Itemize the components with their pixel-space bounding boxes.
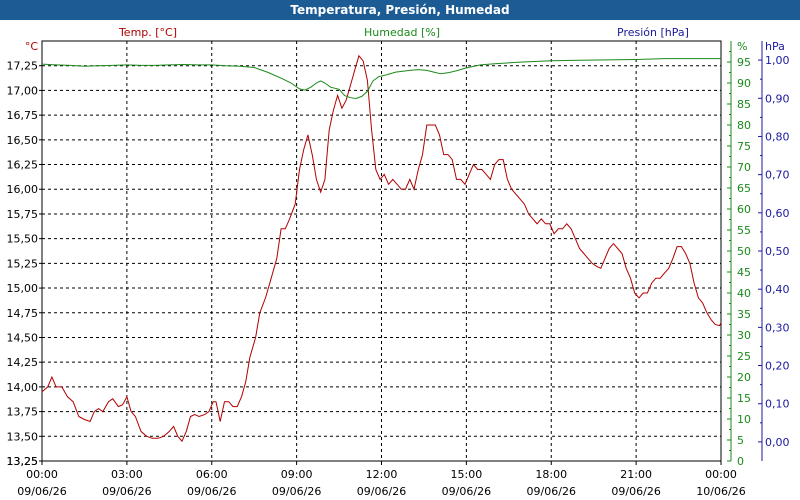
temp-tick-label: 14,50 bbox=[7, 331, 39, 344]
temp-tick-label: 14,25 bbox=[7, 356, 39, 369]
temp-tick-label: 15,50 bbox=[7, 233, 39, 246]
x-tick-date: 09/06/26 bbox=[442, 485, 491, 498]
pressure-tick-label: 1,00 bbox=[765, 54, 790, 67]
temp-tick-label: 13,25 bbox=[7, 455, 39, 468]
pressure-tick-label: 0,20 bbox=[765, 360, 790, 373]
temp-tick-label: 14,75 bbox=[7, 307, 39, 320]
x-tick-time: 03:00 bbox=[111, 468, 143, 481]
humidity-tick-label: 35 bbox=[737, 308, 751, 321]
humidity-unit-label: % bbox=[737, 40, 747, 53]
pressure-tick-label: 0,90 bbox=[765, 92, 790, 105]
x-tick-date: 09/06/26 bbox=[357, 485, 406, 498]
x-tick-date: 09/06/26 bbox=[611, 485, 660, 498]
humidity-tick-label: 40 bbox=[737, 287, 751, 300]
x-tick-time: 12:00 bbox=[366, 468, 398, 481]
humidity-tick-label: 15 bbox=[737, 392, 751, 405]
plot-background bbox=[0, 20, 800, 500]
temp-tick-label: 14,00 bbox=[7, 381, 39, 394]
humidity-tick-label: 55 bbox=[737, 224, 751, 237]
humidity-tick-label: 50 bbox=[737, 245, 751, 258]
temp-tick-label: 15,25 bbox=[7, 257, 39, 270]
chart-window: Temperatura, Presión, Humedad 00:00 09/06… bbox=[0, 0, 800, 500]
x-tick-date: 09/06/26 bbox=[527, 485, 576, 498]
temp-unit-label: °C bbox=[25, 40, 39, 53]
chart-plot: 00:00 09/06/26 03:00 09/06/26 06:00 09/06/26 0… bbox=[0, 20, 800, 500]
humidity-tick-label: 65 bbox=[737, 182, 751, 195]
x-tick-date: 09/06/26 bbox=[17, 485, 66, 498]
temp-tick-label: 16,00 bbox=[7, 183, 39, 196]
temp-tick-label: 15,00 bbox=[7, 282, 39, 295]
pressure-tick-label: 0,00 bbox=[765, 436, 790, 449]
humidity-tick-label: 20 bbox=[737, 371, 751, 384]
temp-tick-label: 13,50 bbox=[7, 430, 39, 443]
x-tick-time: 00:00 bbox=[705, 468, 737, 481]
pressure-tick-label: 0,80 bbox=[765, 130, 790, 143]
temp-tick-label: 15,75 bbox=[7, 208, 39, 221]
humidity-tick-label: 10 bbox=[737, 413, 751, 426]
humidity-tick-label: 45 bbox=[737, 266, 751, 279]
humidity-tick-label: 70 bbox=[737, 161, 751, 174]
x-tick-time: 06:00 bbox=[196, 468, 228, 481]
pressure-tick-label: 0,50 bbox=[765, 245, 790, 258]
x-tick-time: 09:00 bbox=[281, 468, 313, 481]
x-tick-date: 09/06/26 bbox=[187, 485, 236, 498]
temp-tick-label: 17,25 bbox=[7, 60, 39, 73]
pressure-tick-label: 0,10 bbox=[765, 398, 790, 411]
temp-tick-label: 17,00 bbox=[7, 84, 39, 97]
legend-temperature: Temp. [°C] bbox=[118, 26, 177, 39]
pressure-tick-label: 0,40 bbox=[765, 283, 790, 296]
x-tick-date: 09/06/26 bbox=[272, 485, 321, 498]
x-tick-time: 18:00 bbox=[535, 468, 567, 481]
humidity-tick-label: 60 bbox=[737, 203, 751, 216]
temp-tick-label: 16,25 bbox=[7, 159, 39, 172]
humidity-tick-label: 80 bbox=[737, 119, 751, 132]
pressure-tick-label: 0,60 bbox=[765, 207, 790, 220]
humidity-tick-label: 85 bbox=[737, 98, 751, 111]
humidity-tick-label: 75 bbox=[737, 140, 751, 153]
chart-title-bar: Temperatura, Presión, Humedad bbox=[0, 0, 800, 20]
temp-tick-label: 13,75 bbox=[7, 406, 39, 419]
pressure-tick-label: 0,30 bbox=[765, 321, 790, 334]
humidity-tick-label: 0 bbox=[737, 455, 744, 468]
x-tick-date: 10/06/26 bbox=[696, 485, 745, 498]
x-tick-time: 00:00 bbox=[26, 468, 58, 481]
temp-tick-label: 16,50 bbox=[7, 134, 39, 147]
pressure-unit-label: hPa bbox=[765, 40, 785, 53]
humidity-tick-label: 90 bbox=[737, 77, 751, 90]
humidity-tick-label: 5 bbox=[737, 434, 744, 447]
legend-humidity: Humedad [%] bbox=[364, 26, 440, 39]
temp-tick-label: 16,75 bbox=[7, 109, 39, 122]
legend-pressure: Presión [hPa] bbox=[617, 26, 689, 39]
humidity-tick-label: 30 bbox=[737, 329, 751, 342]
pressure-tick-label: 0,70 bbox=[765, 169, 790, 182]
humidity-tick-label: 25 bbox=[737, 350, 751, 363]
humidity-tick-label: 95 bbox=[737, 56, 751, 69]
x-tick-date: 09/06/26 bbox=[102, 485, 151, 498]
x-tick-time: 15:00 bbox=[451, 468, 483, 481]
x-tick-time: 21:00 bbox=[620, 468, 652, 481]
